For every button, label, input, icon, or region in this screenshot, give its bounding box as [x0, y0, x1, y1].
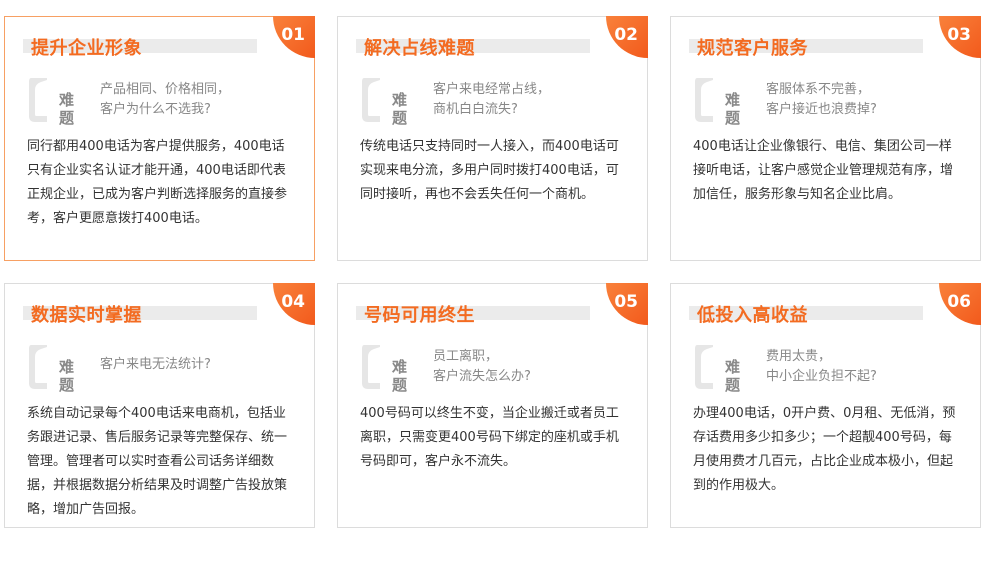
- card-number-badge: 04: [273, 283, 315, 325]
- card-number-badge: 01: [273, 16, 315, 58]
- feature-card-3[interactable]: 03 规范客户服务 难题 客服体系不完善， 客户接近也浪费掉? 400电话让企业像…: [670, 16, 981, 261]
- feature-card-2[interactable]: 02 解决占线难题 难题 客户来电经常占线， 商机白白流失? 传统电话只支持同时一…: [337, 16, 648, 261]
- difficulty-tag: 难题: [59, 91, 75, 127]
- feature-card-4[interactable]: 04 数据实时掌握 难题 客户来电无法统计? 系统自动记录每个400电话来电商机…: [4, 283, 315, 528]
- card-description: 同行都用400电话为客户提供服务，400电话只有企业实名认证才能开通，400电话…: [27, 139, 288, 226]
- problem-text: 产品相同、价格相同， 客户为什么不选我?: [100, 82, 231, 117]
- card-title: 低投入高收益: [697, 305, 808, 326]
- problem-text: 费用太贵， 中小企业负担不起?: [766, 349, 877, 384]
- card-title: 数据实时掌握: [31, 305, 142, 326]
- card-description: 系统自动记录每个400电话来电商机，包括业务跟进记录、售后服务记录等完整保存、统…: [27, 406, 288, 517]
- card-number-badge: 06: [939, 283, 981, 325]
- difficulty-tag: 难题: [392, 91, 408, 127]
- problem-text: 员工离职， 客户流失怎么办?: [433, 349, 531, 384]
- problem-text: 客户来电经常占线， 商机白白流失?: [433, 82, 551, 117]
- quote-mark-icon: [362, 78, 380, 122]
- card-description: 400号码可以终生不变，当企业搬迁或者员工离职，只需变更400号码下绑定的座机或…: [360, 406, 619, 469]
- feature-card-6[interactable]: 06 低投入高收益 难题 费用太贵， 中小企业负担不起? 办理400电话，0开户费…: [670, 283, 981, 528]
- card-number-badge: 03: [939, 16, 981, 58]
- difficulty-tag: 难题: [392, 358, 408, 394]
- card-title: 解决占线难题: [364, 38, 475, 59]
- card-number-badge: 05: [606, 283, 648, 325]
- quote-mark-icon: [695, 345, 713, 389]
- feature-card-1[interactable]: 01 提升企业形象 难题 产品相同、价格相同， 客户为什么不选我? 同行都用400…: [4, 16, 315, 261]
- quote-mark-icon: [362, 345, 380, 389]
- card-title: 规范客户服务: [697, 38, 808, 59]
- card-description: 传统电话只支持同时一人接入，而400电话可实现来电分流，多用户同时拨打400电话…: [360, 139, 619, 202]
- card-description: 办理400电话，0开户费、0月租、无低消，预存话费用多少扣多少；一个超靓400号…: [693, 406, 956, 493]
- card-title: 号码可用终生: [364, 305, 475, 326]
- feature-card-5[interactable]: 05 号码可用终生 难题 员工离职， 客户流失怎么办? 400号码可以终生不变，当…: [337, 283, 648, 528]
- quote-mark-icon: [695, 78, 713, 122]
- difficulty-tag: 难题: [725, 358, 741, 394]
- problem-text: 客户来电无法统计?: [100, 357, 211, 372]
- quote-mark-icon: [29, 345, 47, 389]
- quote-mark-icon: [29, 78, 47, 122]
- difficulty-tag: 难题: [725, 91, 741, 127]
- card-number-badge: 02: [606, 16, 648, 58]
- card-title: 提升企业形象: [31, 38, 142, 59]
- difficulty-tag: 难题: [59, 358, 75, 394]
- problem-text: 客服体系不完善， 客户接近也浪费掉?: [766, 82, 877, 117]
- card-description: 400电话让企业像银行、电信、集团公司一样接听电话，让客户感觉企业管理规范有序，…: [693, 139, 954, 202]
